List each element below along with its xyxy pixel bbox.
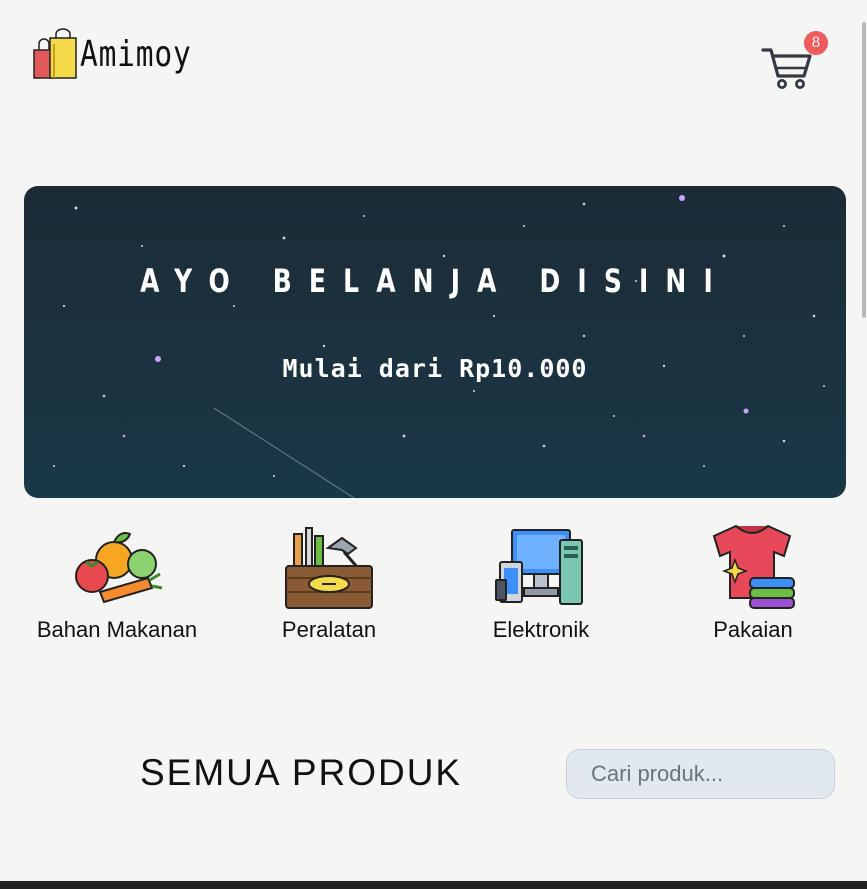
category-elektronik[interactable]: Elektronik bbox=[456, 522, 626, 648]
brand-link[interactable]: Amimoy bbox=[30, 28, 216, 80]
vegetables-icon bbox=[75, 532, 163, 604]
category-pakaian[interactable]: Pakaian bbox=[668, 522, 838, 648]
category-label: Bahan Makanan bbox=[36, 617, 198, 642]
scrollbar[interactable] bbox=[861, 0, 867, 889]
cart-button[interactable]: 8 bbox=[760, 31, 828, 94]
category-list: Bahan Makanan Peralatan Elektronik Pakai… bbox=[0, 516, 867, 686]
hero-title: AYO BELANJA DISINI bbox=[140, 262, 730, 300]
toolbox-icon bbox=[285, 527, 373, 609]
shopping-bags-icon bbox=[33, 28, 77, 79]
category-bahan-makanan[interactable]: Bahan Makanan bbox=[32, 522, 202, 648]
brand-name: Amimoy bbox=[80, 33, 192, 75]
all-products-title: SEMUA PRODUK bbox=[140, 752, 463, 793]
bottom-edge bbox=[0, 881, 867, 889]
clothes-icon bbox=[712, 524, 795, 609]
product-search-input[interactable] bbox=[566, 749, 835, 799]
category-label: Elektronik bbox=[492, 617, 590, 642]
computer-devices-icon bbox=[495, 529, 583, 605]
category-label: Pakaian bbox=[713, 617, 793, 642]
header: Amimoy 8 bbox=[0, 0, 867, 110]
hero-banner: AYO BELANJA DISINI Mulai dari Rp10.000 bbox=[24, 186, 846, 498]
scrollbar-thumb[interactable] bbox=[862, 22, 866, 318]
category-peralatan[interactable]: Peralatan bbox=[244, 522, 414, 648]
starfield-background bbox=[53, 195, 825, 498]
hero-subtitle: Mulai dari Rp10.000 bbox=[282, 354, 588, 383]
cart-count-badge: 8 bbox=[804, 31, 828, 55]
category-label: Peralatan bbox=[281, 617, 377, 642]
